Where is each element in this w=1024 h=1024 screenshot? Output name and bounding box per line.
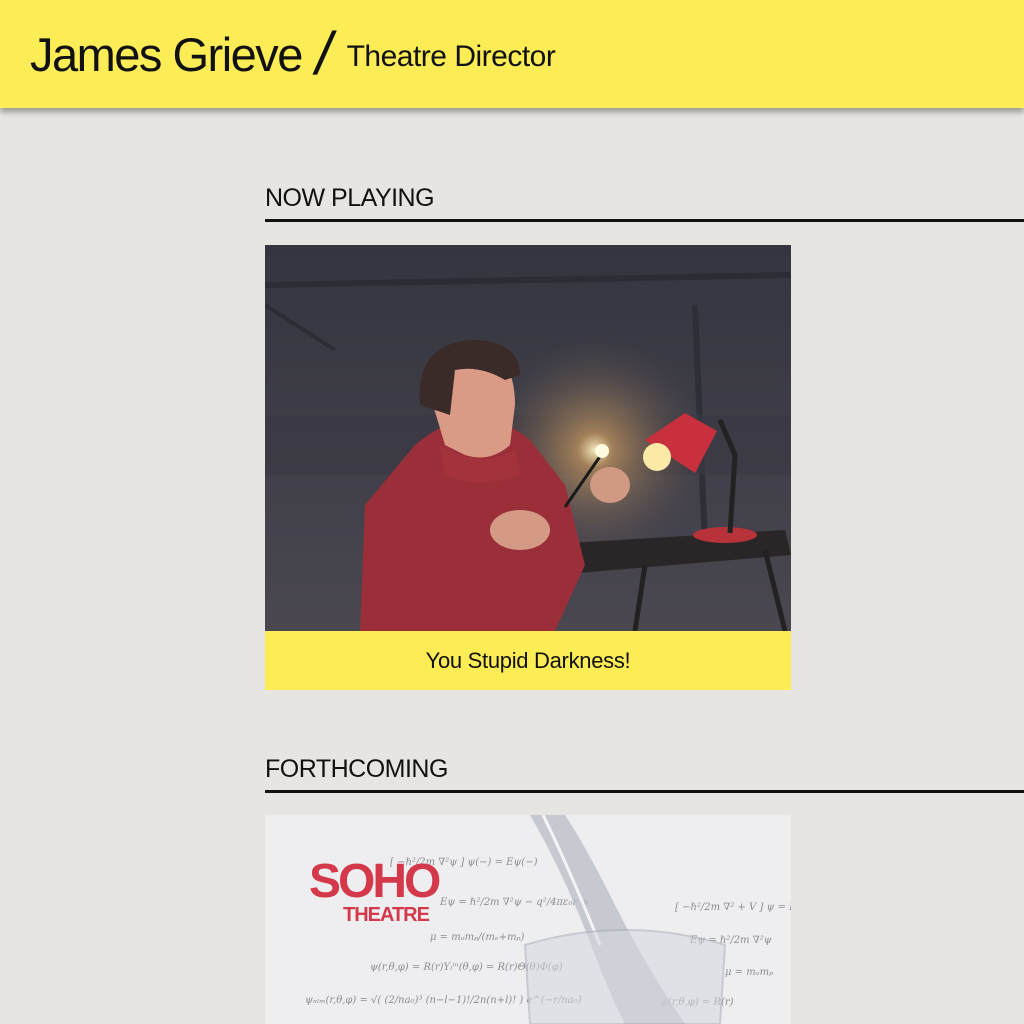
forthcoming-card[interactable]: [ −ℏ²/2m ∇²ψ ] ψ(−) = Eψ(−) Eψ = ℏ²/2m ∇… xyxy=(265,815,791,1024)
now-playing-caption: You Stupid Darkness! xyxy=(265,631,791,690)
forthcoming-poster: [ −ℏ²/2m ∇²ψ ] ψ(−) = Eψ(−) Eψ = ℏ²/2m ∇… xyxy=(265,815,791,1024)
svg-text:[ −ℏ²/2m ∇² + V ] ψ = Eψ: [ −ℏ²/2m ∇² + V ] ψ = Eψ xyxy=(675,902,791,913)
svg-text:μ = mₑmₚ/(mₑ+mₚ): μ = mₑmₚ/(mₑ+mₚ) xyxy=(430,932,525,943)
svg-text:μ = mₑmₚ: μ = mₑmₚ xyxy=(725,967,773,978)
title-separator: / xyxy=(310,20,339,87)
site-role: Theatre Director xyxy=(346,40,556,73)
now-playing-photo xyxy=(265,245,791,631)
forthcoming-heading: FORTHCOMING xyxy=(265,755,1024,793)
site-header: James Grieve / Theatre Director xyxy=(0,0,1024,108)
now-playing-heading: NOW PLAYING xyxy=(265,184,1024,222)
now-playing-card[interactable]: You Stupid Darkness! xyxy=(265,245,791,690)
site-name-link[interactable]: James Grieve xyxy=(30,27,303,82)
show-title: You Stupid Darkness! xyxy=(425,647,631,673)
svg-text:Eψ = ℏ²/2m ∇²ψ − q²/4πε₀r ψ: Eψ = ℏ²/2m ∇²ψ − q²/4πε₀r ψ xyxy=(439,897,588,908)
theatre-logo-word: THEATRE xyxy=(343,904,430,926)
soho-logo-word: SOHO xyxy=(309,855,440,908)
